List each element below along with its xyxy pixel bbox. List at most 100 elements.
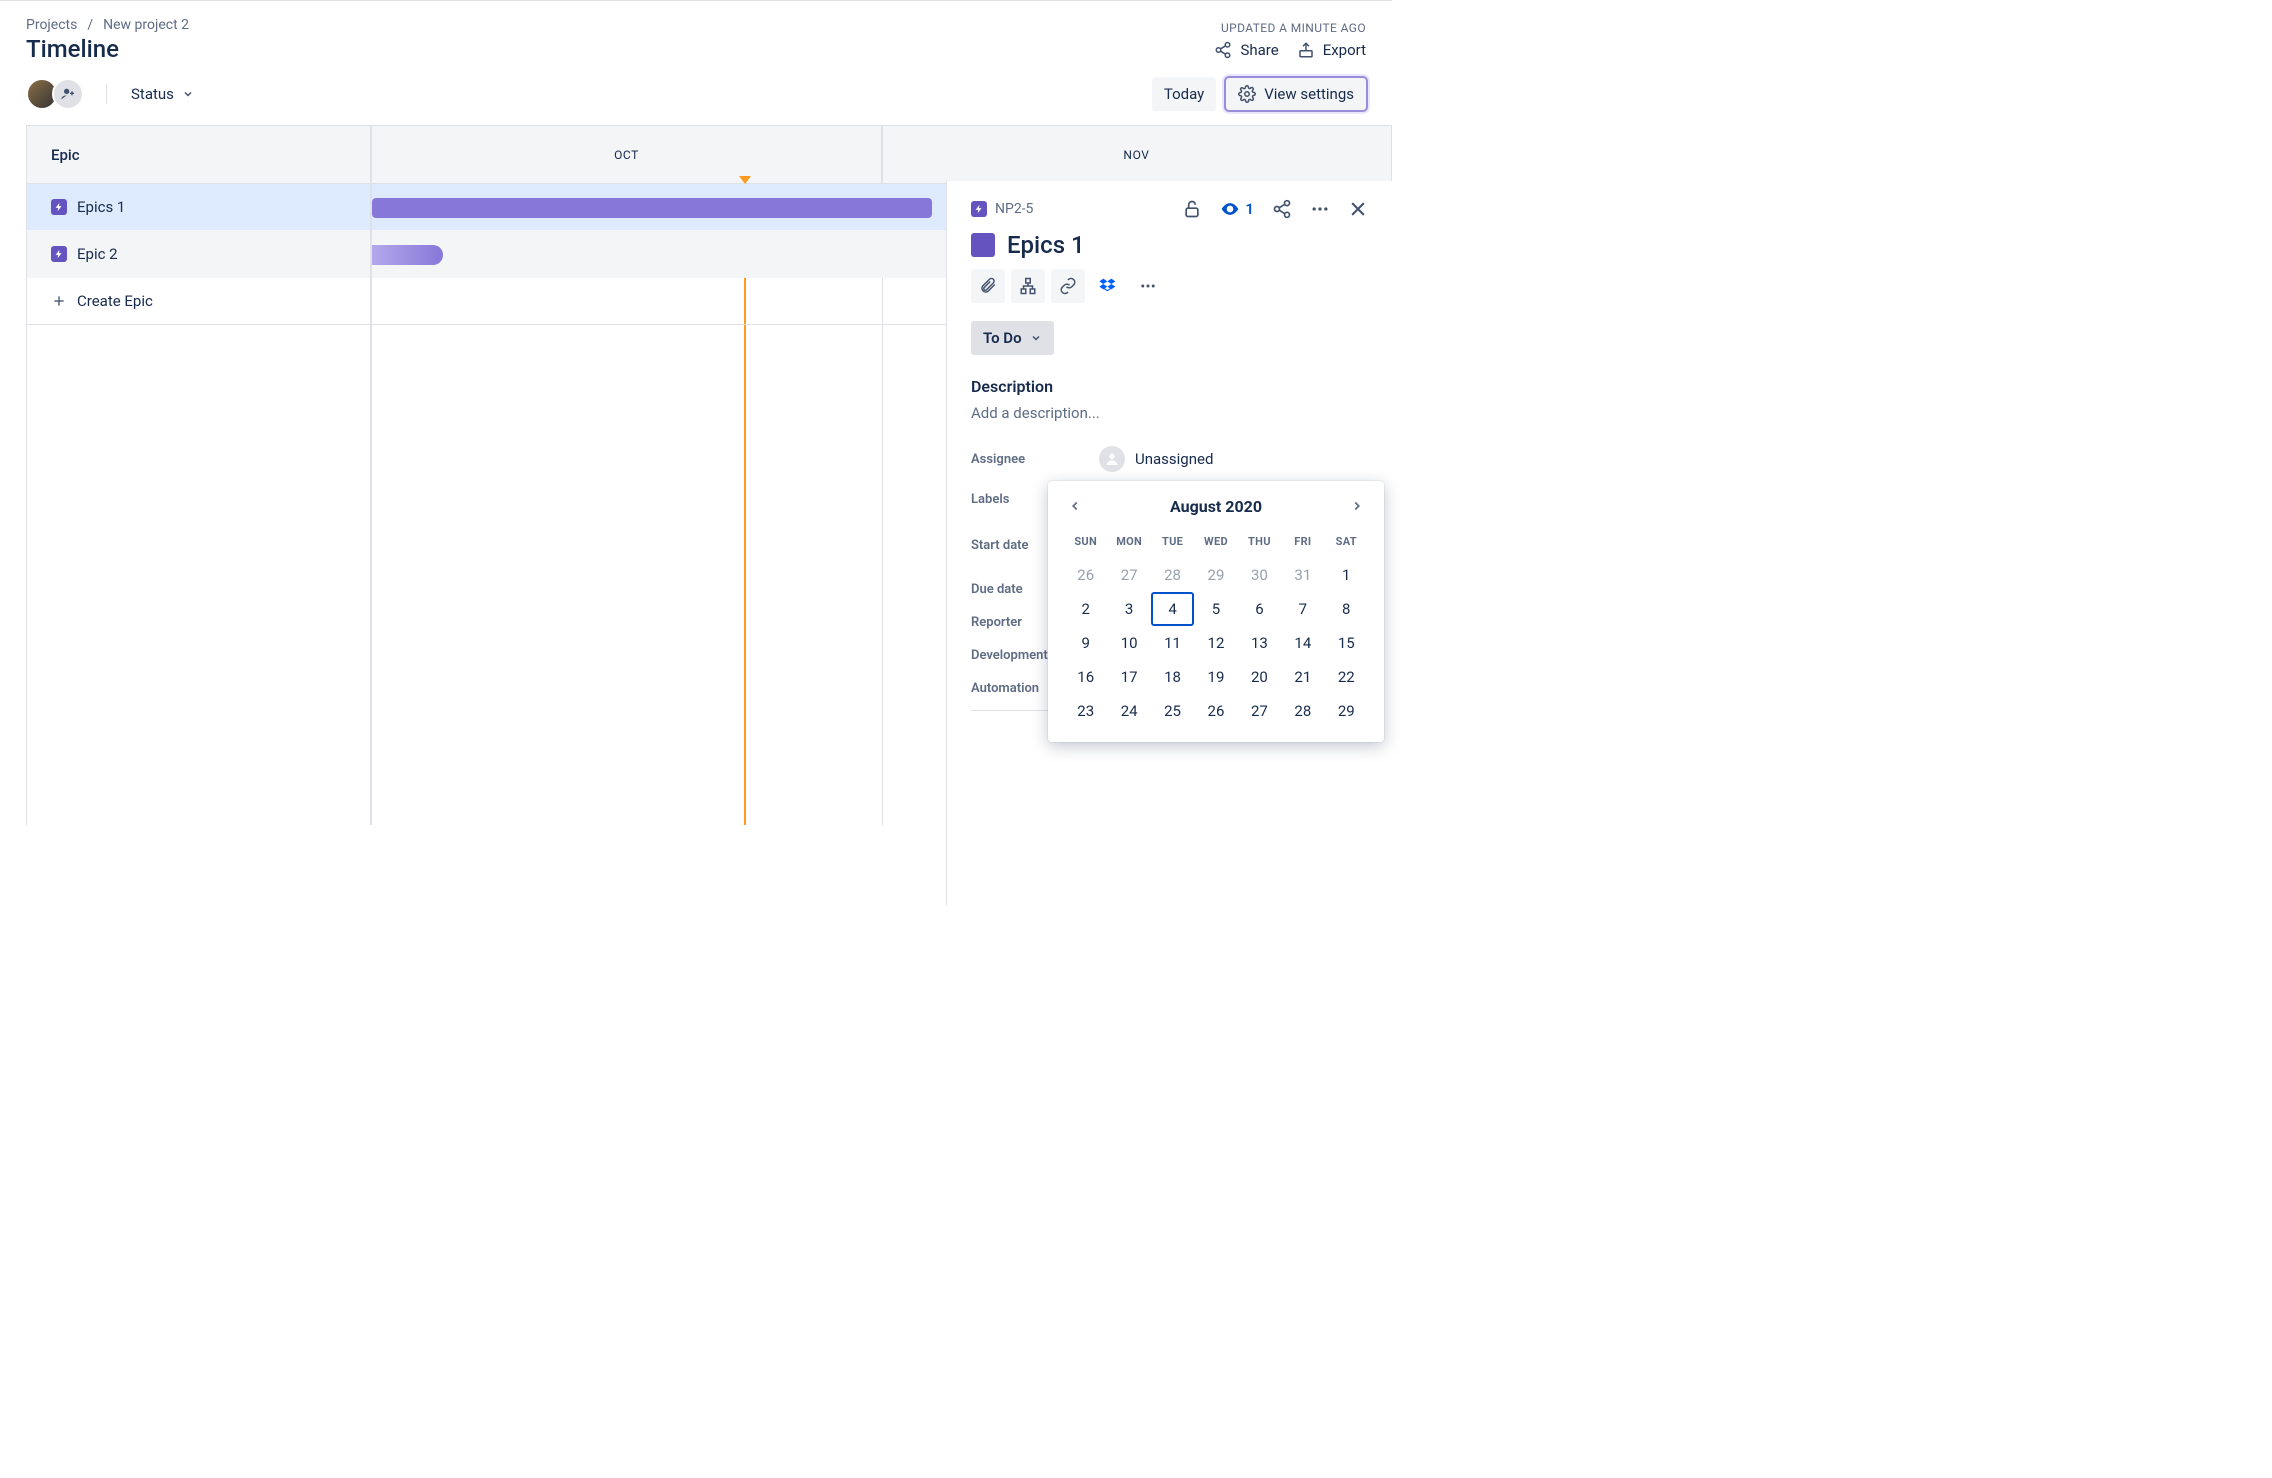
- close-icon[interactable]: [1348, 199, 1368, 219]
- date-cell[interactable]: 28: [1151, 558, 1194, 592]
- epic-icon: [51, 199, 67, 215]
- date-cell[interactable]: 8: [1325, 592, 1368, 626]
- export-icon: [1297, 41, 1315, 59]
- status-filter[interactable]: Status: [123, 79, 202, 109]
- more-icon[interactable]: [1310, 199, 1330, 219]
- divider: [106, 84, 107, 104]
- epic-column-header: Epic: [27, 126, 370, 184]
- date-cell[interactable]: 9: [1064, 626, 1107, 660]
- epic-color-swatch[interactable]: [971, 233, 995, 257]
- dow-header: WED: [1194, 529, 1237, 558]
- date-cell[interactable]: 28: [1281, 694, 1324, 728]
- share-icon[interactable]: [1272, 199, 1292, 219]
- create-epic-label: Create Epic: [77, 292, 153, 310]
- month-header: NOV: [882, 126, 1391, 183]
- epic-row[interactable]: Epics 1: [27, 184, 370, 231]
- date-cell[interactable]: 17: [1107, 660, 1150, 694]
- date-cell[interactable]: 4: [1151, 592, 1194, 626]
- attach-button[interactable]: [971, 269, 1005, 303]
- date-cell[interactable]: 24: [1107, 694, 1150, 728]
- add-user-button[interactable]: [52, 78, 84, 110]
- issue-title[interactable]: Epics 1: [1007, 231, 1085, 259]
- issue-key: NP2-5: [995, 201, 1033, 217]
- date-cell[interactable]: 19: [1194, 660, 1237, 694]
- export-button[interactable]: Export: [1297, 41, 1366, 59]
- date-cell[interactable]: 31: [1281, 558, 1324, 592]
- date-cell[interactable]: 5: [1194, 592, 1237, 626]
- breadcrumb-projects[interactable]: Projects: [26, 17, 77, 33]
- epic-bar[interactable]: [372, 245, 443, 265]
- epic-icon: [971, 201, 987, 217]
- dropbox-button[interactable]: [1091, 269, 1125, 303]
- assignee-label: Assignee: [971, 452, 1099, 467]
- epic-row[interactable]: Epic 2: [27, 231, 370, 278]
- more-actions-button[interactable]: [1131, 269, 1165, 303]
- date-cell[interactable]: 21: [1281, 660, 1324, 694]
- today-button[interactable]: Today: [1152, 77, 1216, 111]
- view-settings-label: View settings: [1264, 85, 1354, 103]
- share-icon: [1214, 41, 1232, 59]
- issue-key-link[interactable]: NP2-5: [971, 201, 1033, 217]
- link-button[interactable]: [1051, 269, 1085, 303]
- date-cell[interactable]: 10: [1107, 626, 1150, 660]
- date-cell[interactable]: 12: [1194, 626, 1237, 660]
- status-button[interactable]: To Do: [971, 321, 1054, 355]
- date-cell[interactable]: 7: [1281, 592, 1324, 626]
- date-cell[interactable]: 2: [1064, 592, 1107, 626]
- updated-label: UPDATED A MINUTE AGO: [1214, 21, 1366, 35]
- date-cell[interactable]: 14: [1281, 626, 1324, 660]
- date-cell[interactable]: 6: [1238, 592, 1281, 626]
- watch-count: 1: [1245, 200, 1254, 218]
- datepicker-title: August 2020: [1170, 497, 1262, 516]
- date-cell[interactable]: 15: [1325, 626, 1368, 660]
- description-heading: Description: [971, 377, 1368, 396]
- prev-month-button[interactable]: [1064, 495, 1086, 517]
- date-cell[interactable]: 30: [1238, 558, 1281, 592]
- date-cell[interactable]: 27: [1107, 558, 1150, 592]
- plus-icon: [51, 293, 67, 309]
- export-label: Export: [1323, 41, 1366, 59]
- watch-button[interactable]: 1: [1220, 199, 1254, 219]
- date-cell[interactable]: 26: [1194, 694, 1237, 728]
- dow-header: SAT: [1325, 529, 1368, 558]
- view-settings-button[interactable]: View settings: [1226, 78, 1366, 110]
- epic-icon: [51, 246, 67, 262]
- unlock-icon[interactable]: [1182, 199, 1202, 219]
- share-label: Share: [1240, 41, 1278, 59]
- dow-header: MON: [1107, 529, 1150, 558]
- date-cell[interactable]: 29: [1194, 558, 1237, 592]
- month-header: OCT: [372, 126, 882, 183]
- description-field[interactable]: Add a description...: [971, 404, 1368, 422]
- status-label: To Do: [983, 329, 1022, 347]
- status-filter-label: Status: [131, 85, 174, 103]
- create-epic-button[interactable]: Create Epic: [27, 278, 370, 325]
- date-cell[interactable]: 11: [1151, 626, 1194, 660]
- epic-bar[interactable]: [372, 198, 932, 218]
- breadcrumb-project-name[interactable]: New project 2: [103, 17, 189, 33]
- breadcrumb: Projects / New project 2: [26, 17, 189, 33]
- chevron-down-icon: [1030, 332, 1042, 344]
- assignee-value: Unassigned: [1135, 450, 1213, 468]
- epic-name: Epics 1: [77, 198, 125, 216]
- gear-icon: [1238, 85, 1256, 103]
- date-cell[interactable]: 16: [1064, 660, 1107, 694]
- date-cell[interactable]: 13: [1238, 626, 1281, 660]
- dow-header: TUE: [1151, 529, 1194, 558]
- date-cell[interactable]: 26: [1064, 558, 1107, 592]
- date-cell[interactable]: 1: [1325, 558, 1368, 592]
- date-cell[interactable]: 3: [1107, 592, 1150, 626]
- assignee-field[interactable]: Unassigned: [1099, 446, 1213, 472]
- next-month-button[interactable]: [1346, 495, 1368, 517]
- date-cell[interactable]: 29: [1325, 694, 1368, 728]
- share-button[interactable]: Share: [1214, 41, 1278, 59]
- date-cell[interactable]: 25: [1151, 694, 1194, 728]
- breadcrumb-separator: /: [87, 17, 93, 33]
- date-cell[interactable]: 20: [1238, 660, 1281, 694]
- dow-header: SUN: [1064, 529, 1107, 558]
- date-cell[interactable]: 27: [1238, 694, 1281, 728]
- dow-header: FRI: [1281, 529, 1324, 558]
- date-cell[interactable]: 23: [1064, 694, 1107, 728]
- date-cell[interactable]: 22: [1325, 660, 1368, 694]
- add-child-button[interactable]: [1011, 269, 1045, 303]
- date-cell[interactable]: 18: [1151, 660, 1194, 694]
